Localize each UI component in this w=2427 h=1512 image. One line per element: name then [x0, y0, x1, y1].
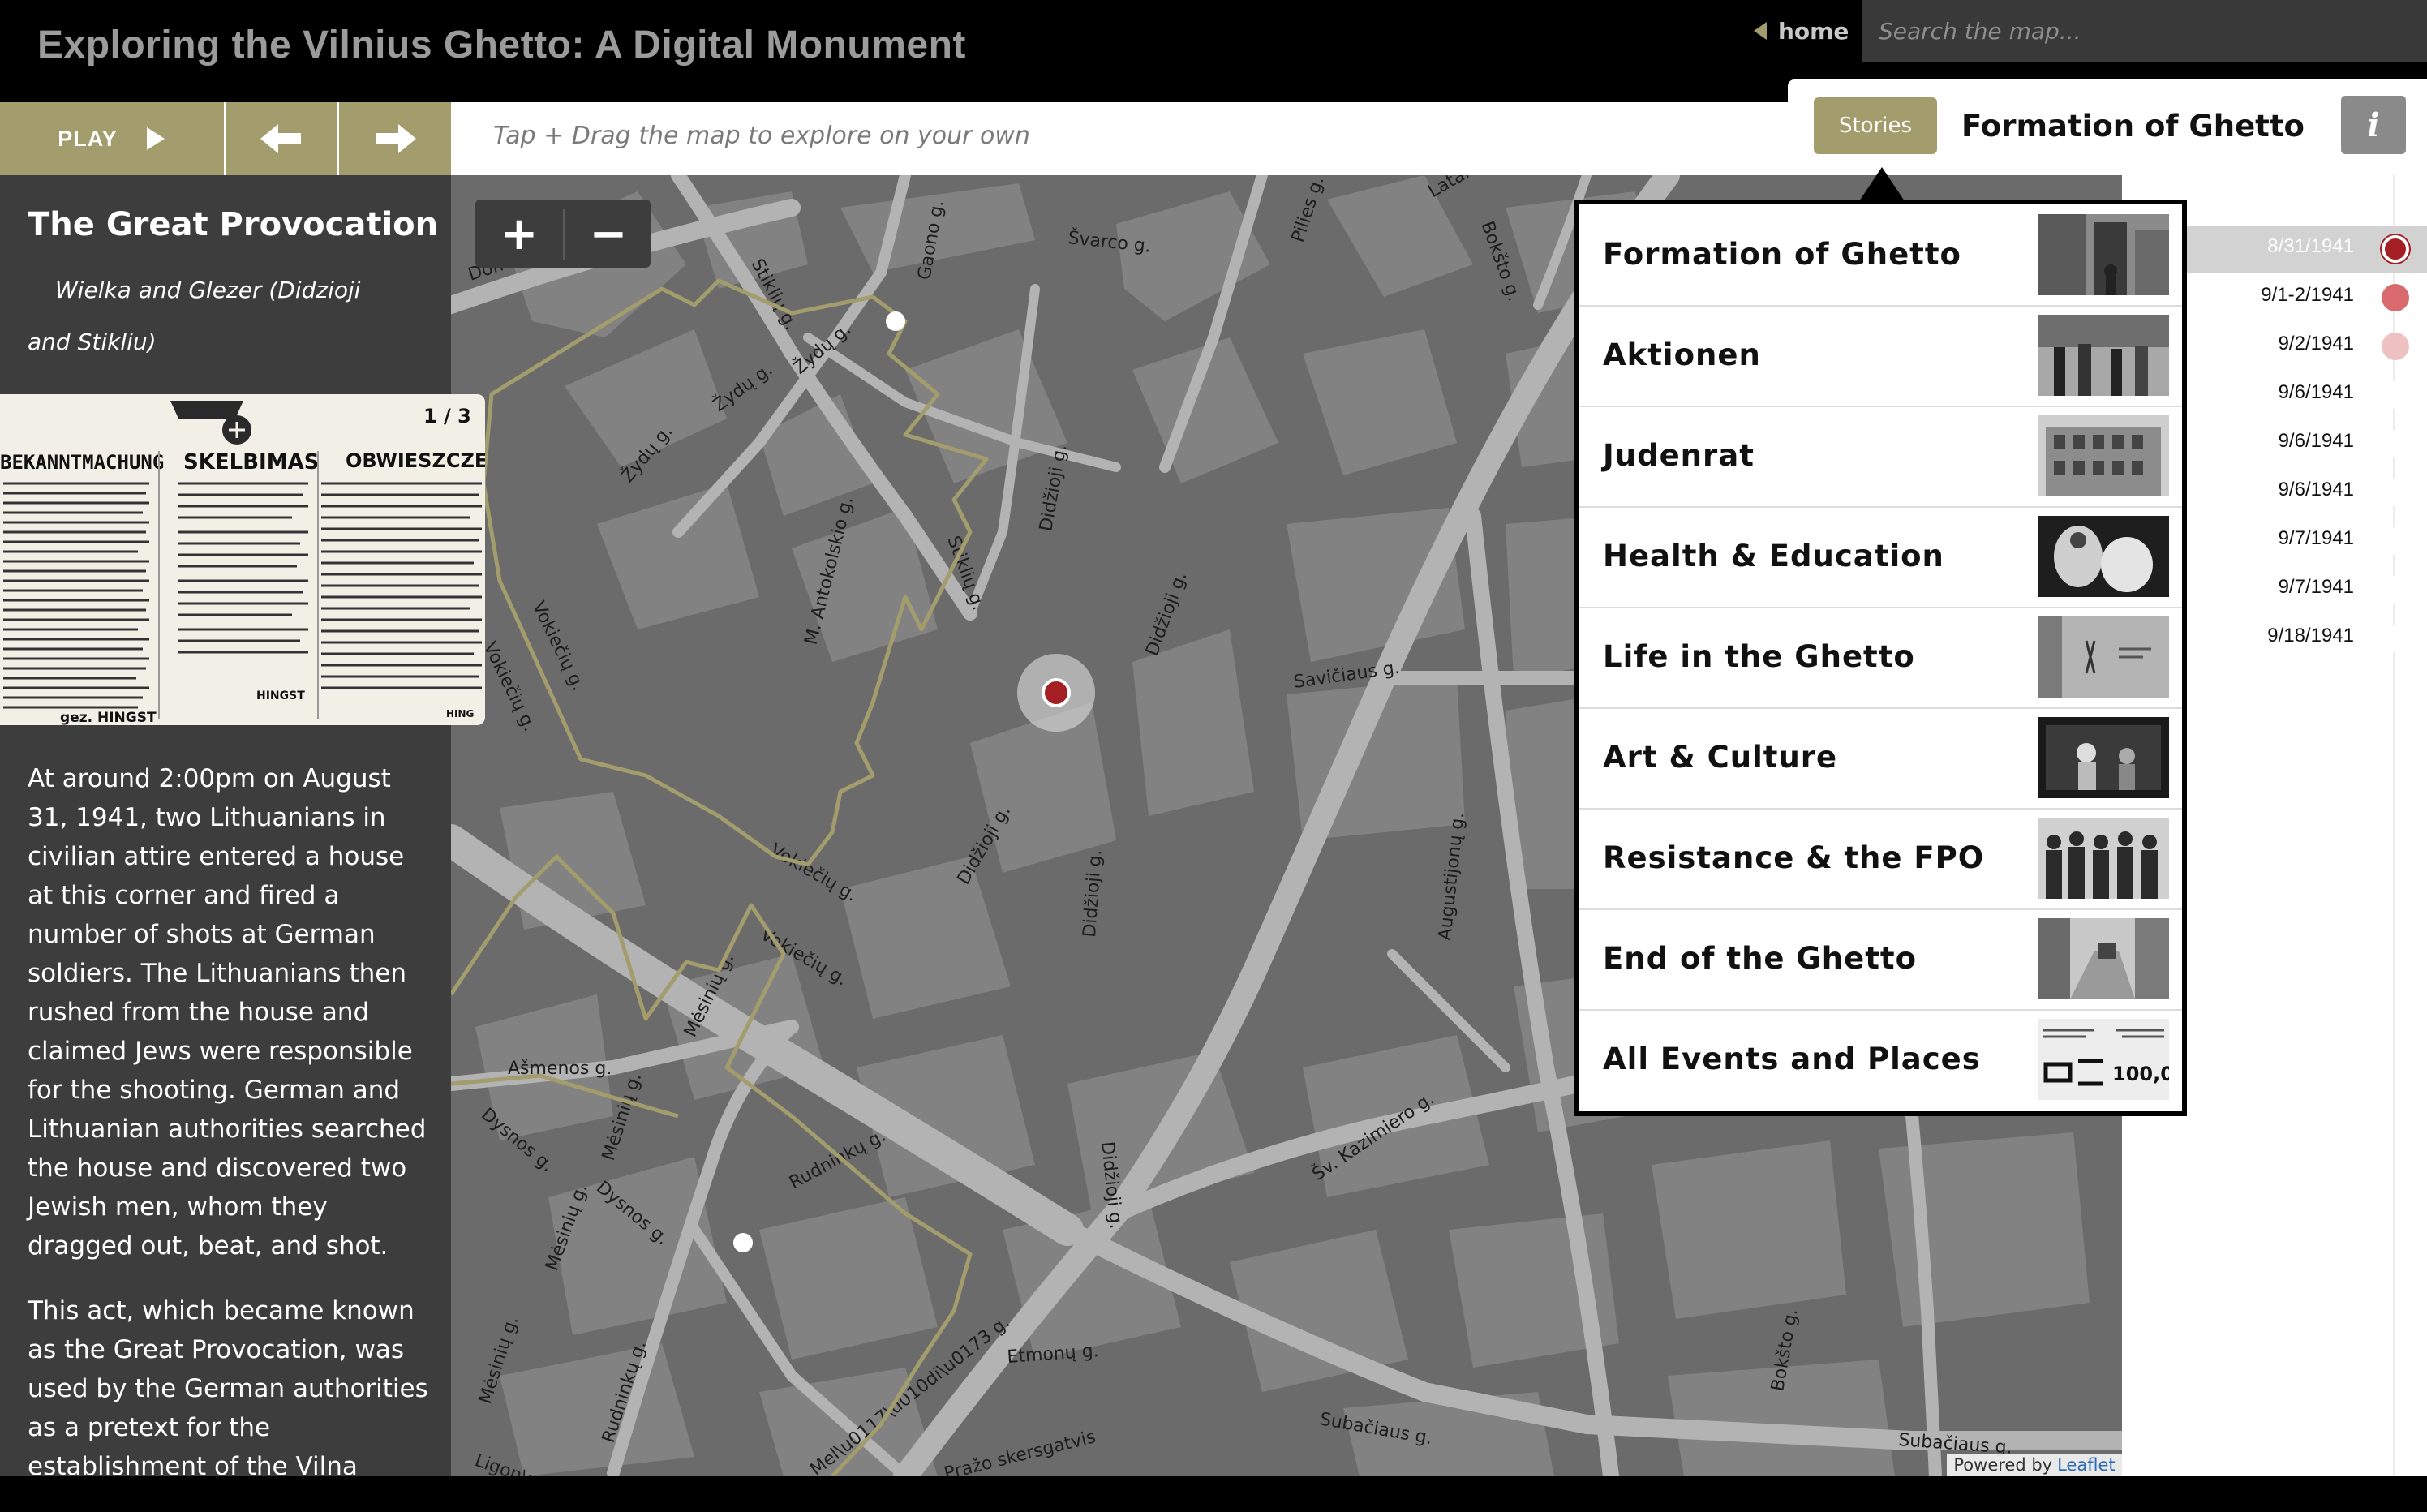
image-signature-1: gez. HINGST	[60, 710, 157, 725]
thumbnail-number: 100,000	[2112, 1063, 2169, 1085]
story-thumbnail	[2038, 818, 2169, 899]
story-location: Wielka and Glezer (Didzioji and Stikliu)	[28, 277, 361, 355]
leaflet-link[interactable]: Leaflet	[2057, 1455, 2116, 1475]
stories-menu: Formation of Ghetto Aktionen Judenrat He…	[1574, 200, 2187, 1116]
timeline-date: 9/7/1941	[2278, 527, 2354, 549]
story-body: At around 2:00pm on August 31, 1941, two…	[28, 759, 428, 1512]
story-thumbnail	[2038, 616, 2169, 698]
map-search-input[interactable]	[1862, 0, 2427, 62]
story-thumbnail	[2038, 315, 2169, 396]
timeline-dot	[2382, 284, 2409, 311]
timeline-dot	[2382, 625, 2409, 652]
story-item-label: All Events and Places	[1603, 1042, 1981, 1076]
image-heading-1: BEKANNTMACHUNG	[0, 451, 164, 474]
timeline-date: 9/2/1941	[2278, 333, 2354, 354]
timeline-date: 9/6/1941	[2278, 381, 2354, 403]
story-item-label: Resistance & the FPO	[1603, 840, 1985, 875]
timeline-date: 9/6/1941	[2278, 479, 2354, 500]
timeline-date: 8/31/1941	[2267, 235, 2354, 257]
info-button[interactable]: i	[2341, 96, 2406, 154]
current-story-title: Formation of Ghetto	[1961, 109, 2305, 144]
image-counter: 1 / 3	[423, 405, 471, 427]
story-paragraph: This act, which became known as the Grea…	[28, 1296, 428, 1481]
story-item-end-of-the-ghetto[interactable]: End of the Ghetto	[1579, 908, 2182, 1011]
timeline-date: 9/18/1941	[2267, 625, 2354, 646]
selected-location-marker	[1042, 678, 1071, 707]
story-item-label: Aktionen	[1603, 337, 1761, 372]
timeline-axis	[2393, 175, 2395, 1476]
timeline-date: 9/7/1941	[2278, 576, 2354, 598]
timeline-dot	[2382, 527, 2409, 555]
image-heading-3: OBWIESZCZENIE	[346, 449, 485, 472]
timeline-date: 9/1-2/1941	[2261, 284, 2354, 306]
story-paragraph: At around 2:00pm on August 31, 1941, two…	[28, 764, 427, 1261]
stories-menu-caret	[1859, 167, 1905, 201]
story-thumbnail	[2038, 214, 2169, 295]
story-item-judenrat[interactable]: Judenrat	[1579, 406, 2182, 508]
proclamation-image: BEKANNTMACHUNG SKELBIMAS OBWIESZCZENIE	[0, 394, 485, 725]
story-item-art-culture[interactable]: Art & Culture	[1579, 707, 2182, 810]
timeline-dot	[2382, 333, 2409, 360]
info-icon: i	[2367, 105, 2380, 144]
timeline-dot	[2382, 576, 2409, 604]
previous-button[interactable]	[226, 102, 337, 175]
location-marker	[733, 1233, 753, 1252]
story-thumbnail	[2038, 918, 2169, 999]
story-item-resistance-fpo[interactable]: Resistance & the FPO	[1579, 808, 2182, 910]
story-item-all-events-places[interactable]: All Events and Places 100,000	[1579, 1009, 2182, 1110]
story-item-health-education[interactable]: Health & Education	[1579, 506, 2182, 608]
location-marker	[886, 311, 905, 331]
play-icon	[146, 127, 165, 150]
timeline-dot	[2382, 235, 2409, 263]
story-item-label: Health & Education	[1603, 539, 1944, 573]
zoom-in-button[interactable]: +	[479, 203, 560, 264]
story-item-label: Formation of Ghetto	[1603, 237, 1961, 272]
story-thumbnail: 100,000	[2038, 1019, 2169, 1100]
story-item-label: End of the Ghetto	[1603, 941, 1917, 976]
stories-button[interactable]: Stories	[1814, 97, 1937, 154]
arrow-right-icon	[376, 124, 416, 153]
next-button[interactable]	[339, 102, 451, 175]
home-label: home	[1778, 17, 1849, 45]
play-button[interactable]: PLAY	[0, 102, 224, 175]
story-item-label: Life in the Ghetto	[1603, 639, 1915, 674]
zoom-divider	[563, 209, 565, 260]
home-link[interactable]: home	[1754, 15, 1849, 47]
timeline-dot	[2382, 381, 2409, 409]
story-item-formation-of-ghetto[interactable]: Formation of Ghetto	[1579, 204, 2182, 307]
story-item-aktionen[interactable]: Aktionen	[1579, 305, 2182, 407]
timeline-dot	[2382, 479, 2409, 506]
story-thumbnail	[2038, 717, 2169, 798]
story-thumbnail	[2038, 415, 2169, 496]
image-heading-2: SKELBIMAS	[183, 450, 319, 475]
image-signature-3: HING	[446, 708, 474, 719]
map-attribution: Powered by Leaflet	[1947, 1454, 2122, 1476]
image-signature-2: HINGST	[256, 689, 305, 702]
timeline-dot	[2382, 430, 2409, 457]
attribution-prefix: Powered by	[1953, 1455, 2053, 1475]
story-item-life-in-the-ghetto[interactable]: Life in the Ghetto	[1579, 607, 2182, 709]
story-item-label: Judenrat	[1603, 438, 1755, 473]
story-item-label: Art & Culture	[1603, 740, 1838, 775]
timeline-date: 9/6/1941	[2278, 430, 2354, 452]
play-label: PLAY	[58, 126, 118, 151]
story-thumbnail	[2038, 516, 2169, 597]
story-image[interactable]: BEKANNTMACHUNG SKELBIMAS OBWIESZCZENIE	[0, 394, 485, 725]
caret-left-icon	[1754, 22, 1767, 40]
app-title: Exploring the Vilnius Ghetto: A Digital …	[37, 24, 966, 67]
explore-hint: Tap + Drag the map to explore on your ow…	[493, 122, 1030, 150]
arrow-left-icon	[260, 124, 301, 153]
story-title: The Great Provocation	[28, 206, 439, 243]
zoom-out-button[interactable]: −	[568, 203, 649, 264]
